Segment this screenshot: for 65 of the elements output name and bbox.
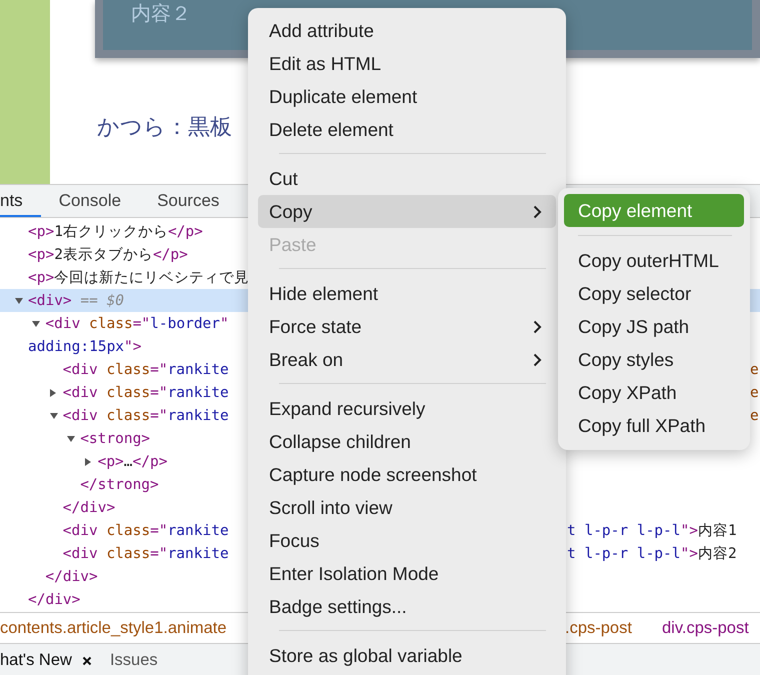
drawer-tab[interactable]: hat's New <box>0 651 72 670</box>
expanded-arrow-icon[interactable] <box>66 434 76 442</box>
code-line: </div> <box>62 500 116 516</box>
menu-item[interactable]: Badge settings... <box>258 590 556 623</box>
code-line: <p>2表示タブから</p> <box>28 246 188 264</box>
code-line: e <box>750 408 759 424</box>
code-line: e <box>750 384 759 400</box>
code-line: <div class="rankite <box>62 408 229 424</box>
menu-item[interactable]: Collapse children <box>258 425 556 458</box>
chevron-icon <box>533 320 542 334</box>
code-line: <strong> <box>80 430 150 446</box>
menu-item[interactable]: Cut <box>258 162 556 195</box>
code-line: <p>…</p> <box>98 454 168 470</box>
menu-item[interactable]: Focus <box>258 524 556 557</box>
menu-item[interactable]: Copy full XPath <box>564 409 744 442</box>
code-line: adding:15px"> <box>28 338 142 354</box>
menu-item[interactable]: Copy selector <box>564 277 744 310</box>
menu-item[interactable]: Store as global variable <box>258 639 556 672</box>
menu-item[interactable]: Copy outerHTML <box>564 244 744 277</box>
chevron-icon <box>533 352 542 366</box>
code-line: </div> <box>45 568 98 584</box>
menu-item[interactable]: Copy XPath <box>564 376 744 409</box>
menu-item[interactable]: Delete element <box>258 113 556 146</box>
code-line: <p>今回は新たにリベシティで見 <box>28 268 250 287</box>
menu-item[interactable]: Force state <box>258 310 556 343</box>
menu-item[interactable]: Copy element <box>564 194 744 227</box>
code-line: <div class="rankite <box>62 522 229 538</box>
code-line: t l-p-r l-p-l">内容2 <box>567 546 737 562</box>
devtools-tab[interactable]: Sources <box>139 185 238 217</box>
menu-item[interactable]: Duplicate element <box>258 80 556 113</box>
expanded-arrow-icon[interactable] <box>14 296 24 304</box>
expanded-arrow-icon[interactable] <box>48 412 59 420</box>
code-line: <div class="rankite <box>62 546 229 562</box>
breadcrumb[interactable]: .cps-post <box>565 618 662 638</box>
breadcrumb[interactable]: div.cps-post <box>662 618 760 638</box>
chevron-icon <box>533 204 542 218</box>
menu-item[interactable]: Capture node screenshot <box>258 458 556 491</box>
close-icon[interactable] <box>82 656 92 666</box>
card-text: 内容２ <box>131 2 191 26</box>
code-line: <p>1右クリックから</p> <box>28 223 203 241</box>
menu-item[interactable]: Expand recursively <box>258 392 556 425</box>
menu-item[interactable]: Break on <box>258 343 556 376</box>
collapsed-arrow-icon[interactable] <box>48 388 57 398</box>
collapsed-arrow-icon[interactable] <box>84 456 92 466</box>
code-line: <div> == $0 <box>28 292 124 308</box>
menu-item[interactable]: Copy <box>258 195 556 228</box>
menu-item[interactable]: Edit as HTML <box>258 47 556 80</box>
code-line: t l-p-r l-p-l">内容1 <box>567 523 737 539</box>
code-line: <div class="rankite <box>62 384 229 400</box>
page-heading: かつら：黒板 <box>96 113 232 141</box>
menu-item[interactable]: Hide element <box>258 277 556 310</box>
menu-item[interactable]: Scroll into view <box>258 491 556 524</box>
code-line: <div class="rankite <box>62 362 229 378</box>
code-line: <div class="l-border" <box>45 316 229 332</box>
code-line: </div> <box>28 592 80 608</box>
devtools-tab[interactable]: nts <box>0 185 41 217</box>
code-line: e <box>750 362 759 378</box>
menu-item[interactable]: Copy JS path <box>564 310 744 343</box>
expanded-arrow-icon[interactable] <box>31 320 42 328</box>
drawer-tab[interactable]: Issues <box>110 651 158 670</box>
menu-item[interactable]: Add attribute <box>258 14 556 47</box>
menu-item[interactable]: Enter Isolation Mode <box>258 557 556 590</box>
menu-item[interactable]: Copy styles <box>564 343 744 376</box>
devtools-tab[interactable]: Console <box>40 185 140 217</box>
code-line: </strong> <box>80 476 159 492</box>
